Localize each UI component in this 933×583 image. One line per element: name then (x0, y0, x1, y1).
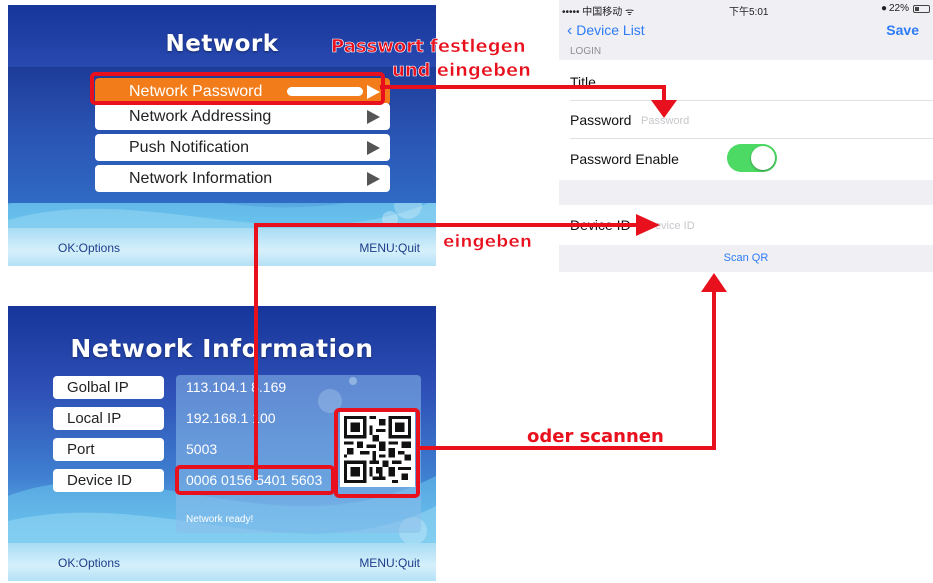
highlight-qr-code (334, 408, 420, 498)
annotation-enter: eingeben (443, 232, 533, 253)
annotation-or-scan: oder scannen (527, 426, 664, 447)
annotation-and-enter: und eingeben (392, 60, 532, 82)
annotation-set-password: Passwort festlegen (331, 36, 526, 58)
highlight-network-password (90, 72, 385, 105)
highlight-device-id-value (175, 465, 335, 495)
